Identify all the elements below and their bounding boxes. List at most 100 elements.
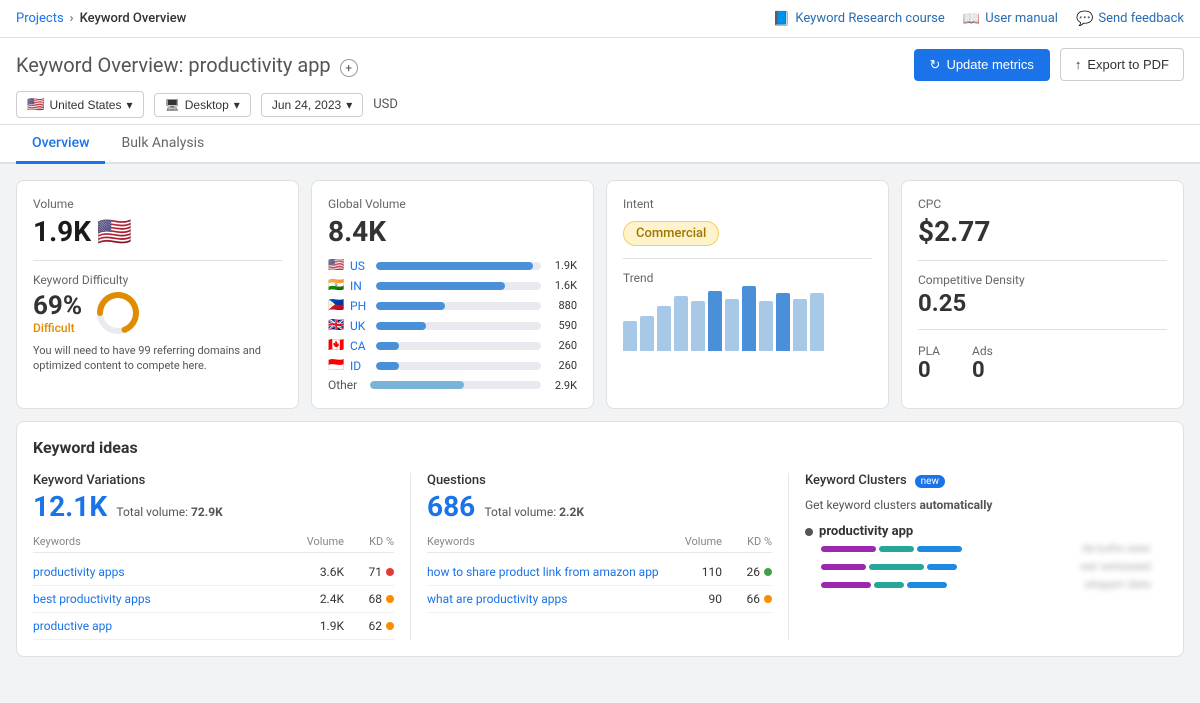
q-kw-1[interactable]: how to share product link from amazon ap… bbox=[427, 565, 662, 579]
country-filter[interactable]: 🇺🇸 United States ▾ bbox=[16, 91, 144, 118]
keyword-course-link[interactable]: 📘 Keyword Research course bbox=[773, 11, 945, 27]
refresh-icon: ↻ bbox=[930, 57, 941, 73]
breadcrumb-projects[interactable]: Projects bbox=[16, 11, 64, 26]
ads-item: Ads 0 bbox=[972, 344, 993, 383]
uk-flag: 🇬🇧 bbox=[328, 318, 344, 333]
us-flag: 🇺🇸 bbox=[328, 258, 344, 273]
tab-bulk-analysis[interactable]: Bulk Analysis bbox=[105, 125, 220, 164]
ca-val: 260 bbox=[547, 339, 577, 352]
country-in[interactable]: IN bbox=[350, 279, 370, 293]
user-manual-link[interactable]: 📖 User manual bbox=[963, 11, 1058, 27]
cpc-label: CPC bbox=[918, 197, 1167, 211]
add-keyword-button[interactable]: + bbox=[340, 59, 358, 77]
kv-vol-2: 2.4K bbox=[284, 592, 344, 606]
us-val: 1.9K bbox=[547, 259, 577, 272]
kv-kw-1[interactable]: productivity apps bbox=[33, 565, 284, 579]
tab-overview[interactable]: Overview bbox=[16, 125, 105, 164]
us-flag-icon: 🇺🇸 bbox=[27, 96, 44, 113]
ki-columns: Keyword Variations 12.1K Total volume: 7… bbox=[33, 473, 1167, 640]
kv-total: Total volume: 72.9K bbox=[116, 505, 222, 519]
volume-label: Volume bbox=[33, 197, 282, 211]
kd-label: Keyword Difficulty bbox=[33, 273, 282, 287]
export-pdf-button[interactable]: ↑ Export to PDF bbox=[1060, 48, 1184, 81]
desktop-icon: 🖥 bbox=[165, 98, 180, 112]
pla-ads-row: PLA 0 Ads 0 bbox=[918, 344, 1167, 383]
device-filter[interactable]: 🖥 Desktop ▾ bbox=[154, 93, 251, 117]
cluster-note: Get keyword clusters automatically bbox=[805, 496, 1151, 514]
in-val: 1.6K bbox=[547, 279, 577, 292]
kv-kw-3[interactable]: productive app bbox=[33, 619, 284, 633]
currency-label: USD bbox=[373, 97, 398, 112]
cluster-text-1: de buths seier bbox=[1082, 542, 1151, 555]
bar-row-ph: 🇵🇭 PH 880 bbox=[328, 298, 577, 313]
kv-row-1: productivity apps 3.6K 71 bbox=[33, 559, 394, 586]
cluster-text-3: whapert diets bbox=[1084, 578, 1151, 591]
ph-val: 880 bbox=[547, 299, 577, 312]
kv-count[interactable]: 12.1K bbox=[33, 490, 107, 523]
q-count[interactable]: 686 bbox=[427, 490, 475, 523]
volume-value: 1.9K 🇺🇸 bbox=[33, 215, 282, 248]
clusters-title: Keyword Clusters bbox=[805, 473, 907, 488]
page-header: Keyword Overview: productivity app + ↻ U… bbox=[0, 38, 1200, 125]
country-ca[interactable]: CA bbox=[350, 339, 370, 353]
country-us[interactable]: US bbox=[350, 259, 370, 273]
breadcrumb-current: Keyword Overview bbox=[80, 11, 187, 26]
trend-chart bbox=[623, 291, 872, 351]
in-flag: 🇮🇳 bbox=[328, 278, 344, 293]
trend-bar-1 bbox=[623, 321, 637, 351]
kv-vol-3: 1.9K bbox=[284, 619, 344, 633]
kd-ring-chart bbox=[94, 289, 142, 337]
cluster-main-kw: productivity app bbox=[805, 524, 1151, 539]
global-volume-label: Global Volume bbox=[328, 197, 577, 211]
kv-vol-1: 3.6K bbox=[284, 565, 344, 579]
trend-bar-7 bbox=[725, 299, 739, 351]
ca-flag: 🇨🇦 bbox=[328, 338, 344, 353]
clusters-title-row: Keyword Clusters new bbox=[805, 473, 1151, 490]
filter-bar: 🇺🇸 United States ▾ 🖥 Desktop ▾ Jun 24, 2… bbox=[16, 91, 1184, 124]
date-filter[interactable]: Jun 24, 2023 ▾ bbox=[261, 93, 363, 117]
export-icon: ↑ bbox=[1075, 57, 1082, 72]
id-flag: 🇮🇩 bbox=[328, 358, 344, 373]
cluster-bar-row-2: wer serkaseed bbox=[805, 560, 1151, 573]
ph-flag: 🇵🇭 bbox=[328, 298, 344, 313]
trend-bar-9 bbox=[759, 301, 773, 351]
q-vol-1: 110 bbox=[662, 565, 722, 579]
kv-row-2: best productivity apps 2.4K 68 bbox=[33, 586, 394, 613]
kv-kd-1: 71 bbox=[344, 565, 394, 579]
clusters-col: Keyword Clusters new Get keyword cluster… bbox=[789, 473, 1167, 640]
page-title: Keyword Overview: productivity app + bbox=[16, 53, 358, 77]
kv-row-3: productive app 1.9K 62 bbox=[33, 613, 394, 640]
id-val: 260 bbox=[547, 359, 577, 372]
q-row-1: how to share product link from amazon ap… bbox=[427, 559, 772, 586]
q-kw-2[interactable]: what are productivity apps bbox=[427, 592, 662, 606]
send-feedback-link[interactable]: 💬 Send feedback bbox=[1076, 11, 1184, 27]
kd-value: 69% Difficult bbox=[33, 289, 282, 337]
keyword-ideas-section: Keyword ideas Keyword Variations 12.1K T… bbox=[16, 421, 1184, 657]
kv-kd-2: 68 bbox=[344, 592, 394, 606]
comp-density-label: Competitive Density bbox=[918, 273, 1167, 287]
other-label: Other bbox=[328, 378, 364, 392]
main-content: Volume 1.9K 🇺🇸 Keyword Difficulty 69% Di… bbox=[0, 164, 1200, 673]
trend-bar-6 bbox=[708, 291, 722, 351]
breadcrumb-sep: › bbox=[70, 11, 74, 26]
chevron-down-icon: ▾ bbox=[234, 98, 240, 112]
cpc-value: $2.77 bbox=[918, 215, 1167, 248]
update-metrics-button[interactable]: ↻ Update metrics bbox=[914, 49, 1050, 81]
ads-value: 0 bbox=[972, 358, 993, 383]
kv-kw-2[interactable]: best productivity apps bbox=[33, 592, 284, 606]
us-flag-small: 🇺🇸 bbox=[97, 215, 132, 248]
other-val: 2.9K bbox=[547, 379, 577, 392]
q-vol-2: 90 bbox=[662, 592, 722, 606]
chevron-down-icon: ▾ bbox=[346, 98, 352, 112]
bar-row-ca: 🇨🇦 CA 260 bbox=[328, 338, 577, 353]
country-uk[interactable]: UK bbox=[350, 319, 370, 333]
country-id[interactable]: ID bbox=[350, 359, 370, 373]
breadcrumb: Projects › Keyword Overview bbox=[16, 11, 186, 26]
chevron-down-icon: ▾ bbox=[126, 98, 132, 112]
trend-bar-3 bbox=[657, 306, 671, 351]
feedback-icon: 💬 bbox=[1076, 11, 1093, 27]
kv-count-row: 12.1K Total volume: 72.9K bbox=[33, 490, 394, 523]
country-ph[interactable]: PH bbox=[350, 299, 370, 313]
header-actions: ↻ Update metrics ↑ Export to PDF bbox=[914, 48, 1184, 81]
ads-label: Ads bbox=[972, 344, 993, 358]
